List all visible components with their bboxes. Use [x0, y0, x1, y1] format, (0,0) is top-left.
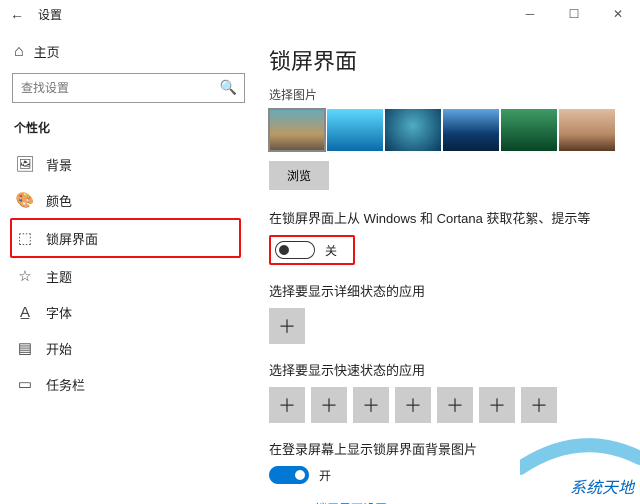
search-box: 🔍 [12, 73, 245, 103]
show-background-toggle[interactable] [269, 466, 309, 484]
thumbnail-4[interactable] [443, 109, 499, 151]
search-icon: 🔍 [220, 79, 237, 96]
back-icon[interactable]: ← [10, 6, 24, 22]
sidebar-item-colors[interactable]: 🎨 颜色 [12, 182, 245, 218]
pick-image-label: 选择图片 [269, 86, 628, 103]
sidebar-item-lockscreen[interactable]: ⬚ 锁屏界面 [12, 220, 239, 256]
add-quick-app-button-4[interactable]: ＋ [395, 387, 431, 423]
watermark-swoosh-icon [520, 438, 640, 478]
add-quick-app-button-2[interactable]: ＋ [311, 387, 347, 423]
lockscreen-icon: ⬚ [16, 229, 34, 247]
add-quick-app-button-1[interactable]: ＋ [269, 387, 305, 423]
sidebar-item-fonts[interactable]: A̲ 字体 [12, 294, 245, 330]
page-title: 锁屏界面 [269, 44, 628, 76]
maximize-button[interactable]: ☐ [552, 0, 596, 28]
window-title: 设置 [38, 6, 62, 23]
home-icon: ⌂ [14, 43, 24, 61]
sidebar-item-themes[interactable]: ☆ 主题 [12, 258, 245, 294]
taskbar-icon: ▭ [16, 375, 34, 393]
sidebar-item-label: 主题 [46, 267, 72, 286]
sidebar-item-label: 字体 [46, 303, 72, 322]
cortana-lockscreen-link[interactable]: Cortana 锁屏界面设置 [269, 500, 628, 504]
sidebar-item-label: 锁屏界面 [46, 229, 98, 248]
toggle-state-label: 关 [325, 242, 337, 259]
home-nav[interactable]: ⌂ 主页 [12, 42, 245, 61]
sidebar-item-start[interactable]: ▤ 开始 [12, 330, 245, 366]
start-icon: ▤ [16, 339, 34, 357]
palette-icon: 🎨 [16, 191, 34, 209]
quick-status-label: 选择要显示快速状态的应用 [269, 360, 628, 379]
search-input[interactable] [12, 73, 245, 103]
detailed-status-label: 选择要显示详细状态的应用 [269, 281, 628, 300]
home-label: 主页 [34, 42, 60, 61]
funfacts-toggle[interactable] [275, 241, 315, 259]
thumbnail-5[interactable] [501, 109, 557, 151]
add-quick-app-button-5[interactable]: ＋ [437, 387, 473, 423]
sidebar-item-label: 颜色 [46, 191, 72, 210]
sidebar-item-label: 开始 [46, 339, 72, 358]
sidebar-item-label: 背景 [46, 155, 72, 174]
thumbnail-3[interactable] [385, 109, 441, 151]
theme-icon: ☆ [16, 267, 34, 285]
toggle-state-label: 开 [319, 467, 331, 484]
add-quick-app-button-3[interactable]: ＋ [353, 387, 389, 423]
font-icon: A̲ [16, 304, 34, 321]
sidebar-item-taskbar[interactable]: ▭ 任务栏 [12, 366, 245, 402]
sidebar: ⌂ 主页 🔍 个性化 🖼 背景 🎨 颜色 ⬚ 锁屏界面 ☆ 主题 A̲ [0, 28, 255, 504]
thumbnail-row [269, 109, 628, 151]
browse-button[interactable]: 浏览 [269, 161, 329, 190]
titlebar: ← 设置 ─ ☐ ✕ [0, 0, 640, 28]
sidebar-item-label: 任务栏 [46, 375, 85, 394]
add-quick-app-button-6[interactable]: ＋ [479, 387, 515, 423]
watermark-text: 系统天地 [570, 474, 634, 498]
thumbnail-6[interactable] [559, 109, 615, 151]
funfacts-toggle-highlight: 关 [269, 235, 355, 265]
add-quick-app-button-7[interactable]: ＋ [521, 387, 557, 423]
section-label: 个性化 [12, 119, 245, 136]
content-pane: 锁屏界面 选择图片 浏览 在锁屏界面上从 Windows 和 Cortana 获… [255, 28, 640, 504]
close-button[interactable]: ✕ [596, 0, 640, 28]
sidebar-item-background[interactable]: 🖼 背景 [12, 146, 245, 182]
thumbnail-1[interactable] [269, 109, 325, 151]
picture-icon: 🖼 [16, 155, 34, 173]
add-detailed-app-button[interactable]: ＋ [269, 308, 305, 344]
funfacts-label: 在锁屏界面上从 Windows 和 Cortana 获取花絮、提示等 [269, 208, 628, 227]
thumbnail-2[interactable] [327, 109, 383, 151]
minimize-button[interactable]: ─ [508, 0, 552, 28]
